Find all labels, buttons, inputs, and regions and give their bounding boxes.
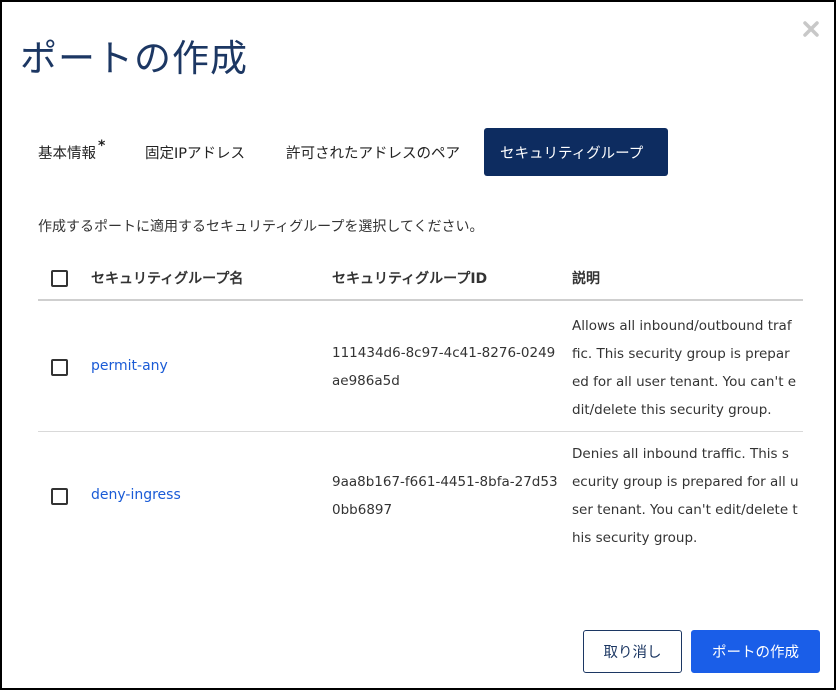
security-group-id: 111434d6-8c97-4c41-8276-0249 ae986a5d xyxy=(332,345,556,389)
row-divider xyxy=(38,431,803,432)
tab-label: 許可されたアドレスのペア xyxy=(286,145,460,162)
instruction-text: 作成するポートに適用するセキュリティグループを選択してください。 xyxy=(38,219,484,235)
header-divider xyxy=(38,299,803,301)
tab-allowed-address-pairs[interactable]: 許可されたアドレスのペア xyxy=(286,128,460,176)
required-marker: * xyxy=(98,138,106,154)
tab-fixed-ip[interactable]: 固定IPアドレス xyxy=(145,128,245,176)
row-checkbox[interactable] xyxy=(51,488,68,505)
tab-basic-info[interactable]: 基本情報 * xyxy=(38,128,105,176)
create-port-button[interactable]: ポートの作成 xyxy=(691,630,820,673)
close-icon[interactable] xyxy=(802,20,820,38)
security-group-description: Allows all inbound/outbound traf fic. Th… xyxy=(572,318,797,418)
security-group-description: Denies all inbound traffic. This s ecuri… xyxy=(572,446,799,546)
column-header-id: セキュリティグループID xyxy=(332,271,488,287)
cancel-button[interactable]: 取り消し xyxy=(583,630,682,673)
tab-label: 基本情報 xyxy=(38,145,96,162)
tab-label: セキュリティグループ xyxy=(500,145,644,162)
security-group-name-link[interactable]: deny-ingress xyxy=(91,487,181,503)
dialog-title: ポートの作成 xyxy=(20,37,248,80)
row-checkbox[interactable] xyxy=(51,359,68,376)
column-header-description: 説明 xyxy=(572,271,600,287)
create-port-dialog: ポートの作成 基本情報 * 固定IPアドレス 許可されたアドレスのペア セキュリテ… xyxy=(0,0,836,690)
security-group-name-link[interactable]: permit-any xyxy=(91,358,168,374)
select-all-checkbox[interactable] xyxy=(51,270,68,287)
column-header-name: セキュリティグループ名 xyxy=(91,271,244,287)
tab-security-group[interactable]: セキュリティグループ xyxy=(484,128,668,176)
tab-label: 固定IPアドレス xyxy=(145,145,246,162)
security-group-id: 9aa8b167-f661-4451-8bfa-27d53 0bb6897 xyxy=(332,474,558,518)
